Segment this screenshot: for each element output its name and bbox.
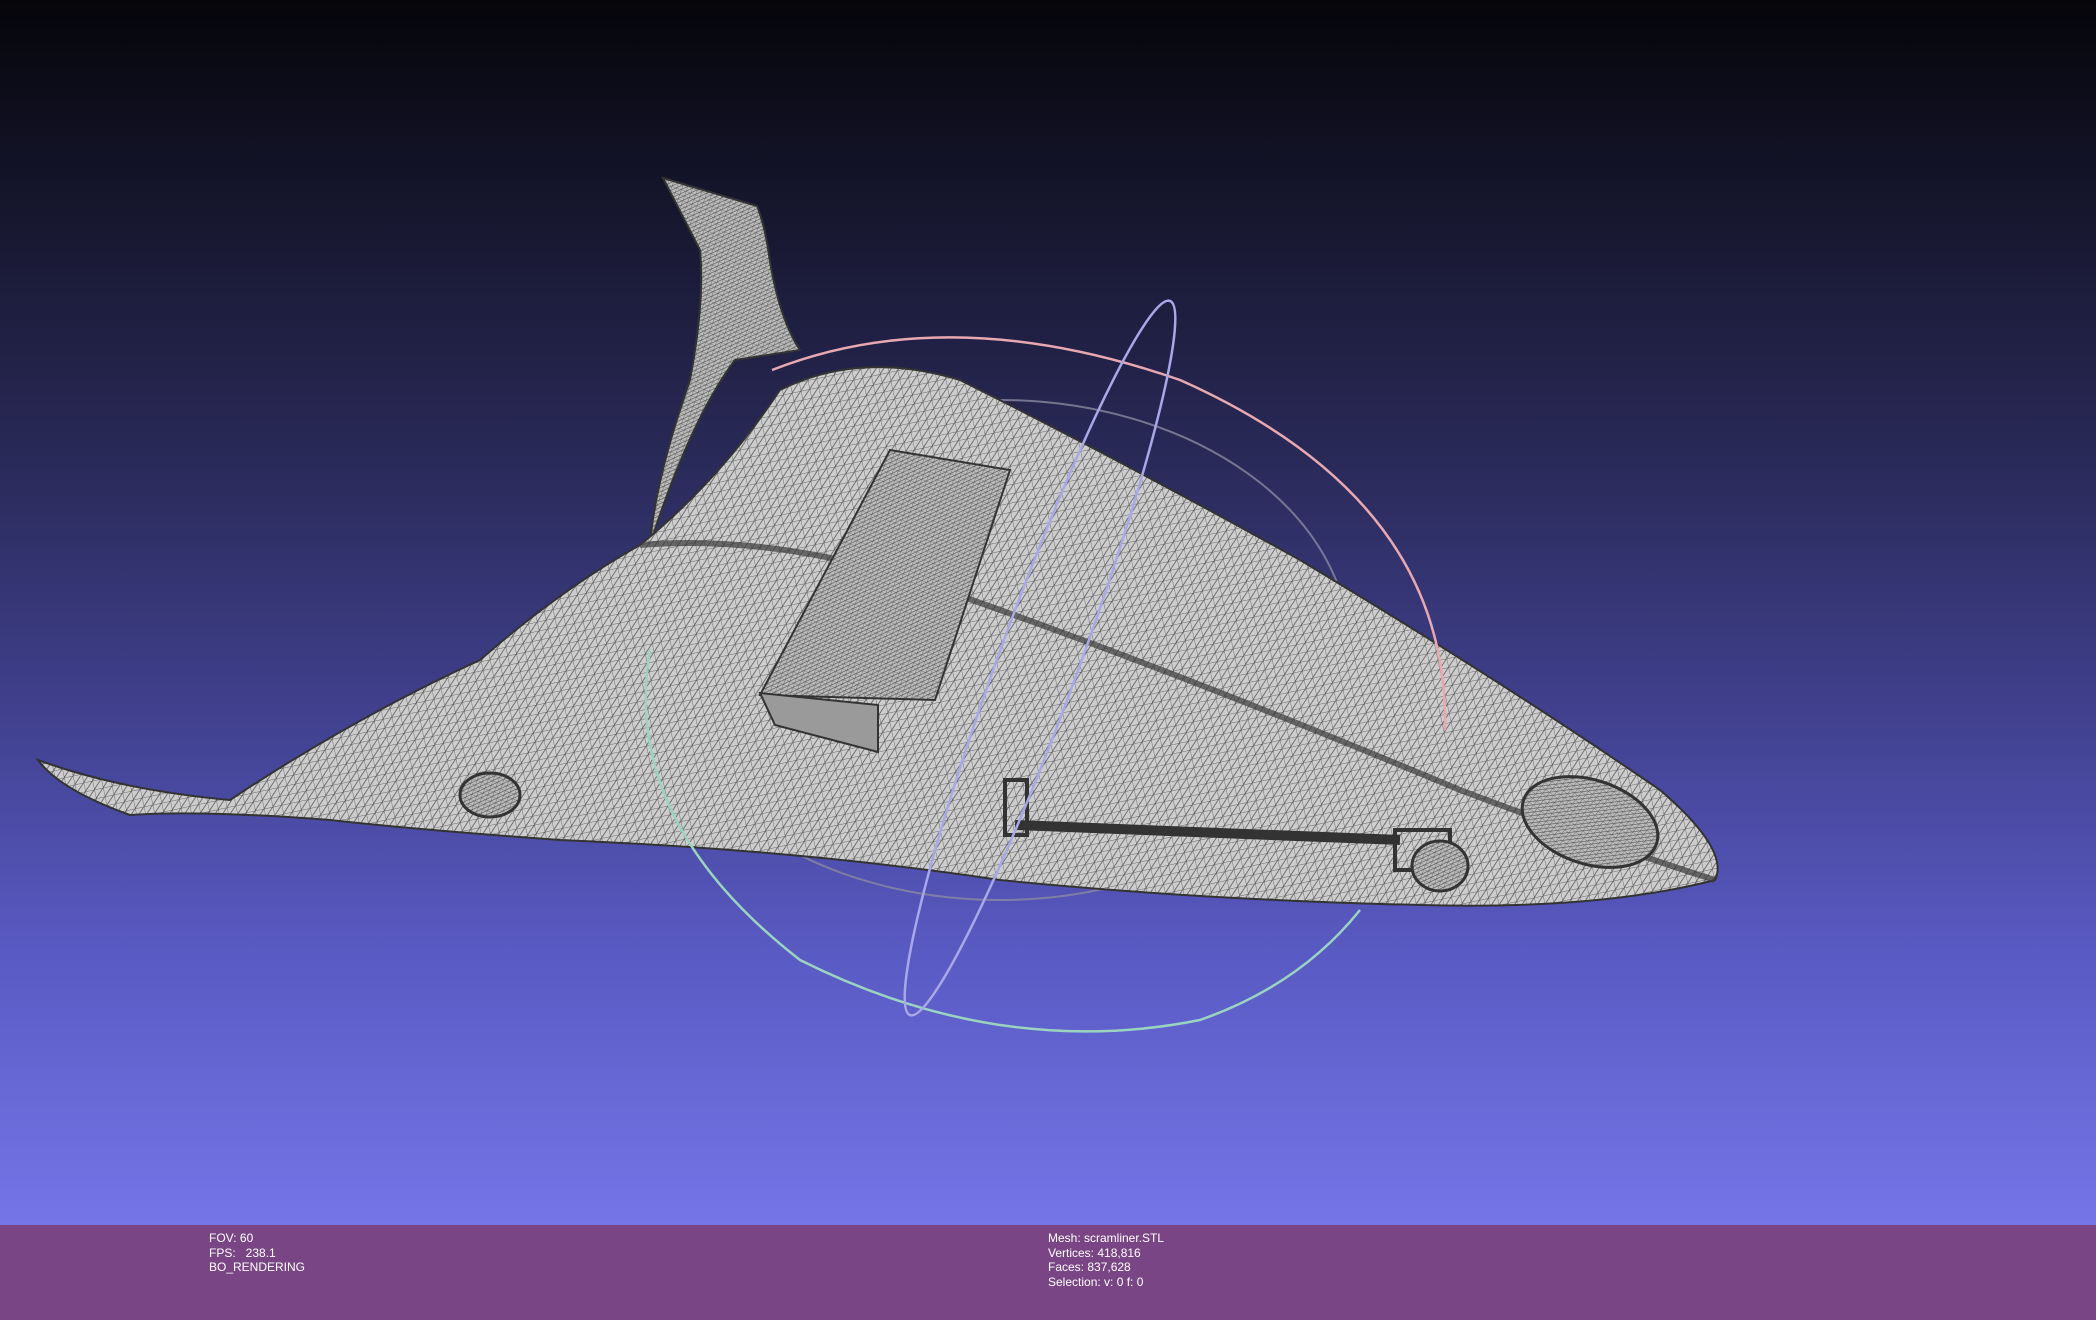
mesh-wireframe-spaceplane bbox=[35, 176, 1719, 907]
render-info-panel: FOV: 60 FPS: 238.1 BO_RENDERING bbox=[209, 1231, 305, 1275]
scene-canvas[interactable] bbox=[0, 0, 2096, 1225]
fps-text: FPS: 238.1 bbox=[209, 1245, 276, 1260]
gear-wheel-rear bbox=[458, 771, 522, 819]
gear-wheel-front bbox=[1410, 839, 1470, 893]
3d-viewport[interactable] bbox=[0, 0, 2096, 1225]
faces-count-text: Faces: 837,628 bbox=[1048, 1260, 1131, 1274]
status-bar: FOV: 60 FPS: 238.1 BO_RENDERING Mesh: sc… bbox=[0, 1225, 2096, 1320]
mesh-info-panel: Mesh: scramliner.STL Vertices: 418,816 F… bbox=[1048, 1231, 1164, 1289]
mesh-name-text: Mesh: scramliner.STL bbox=[1048, 1231, 1165, 1245]
fov-text: FOV: 60 bbox=[209, 1231, 254, 1245]
selection-text: Selection: v: 0 f: 0 bbox=[1048, 1274, 1144, 1289]
vertices-count-text: Vertices: 418,816 bbox=[1048, 1245, 1141, 1260]
render-mode-text: BO_RENDERING bbox=[209, 1260, 306, 1274]
